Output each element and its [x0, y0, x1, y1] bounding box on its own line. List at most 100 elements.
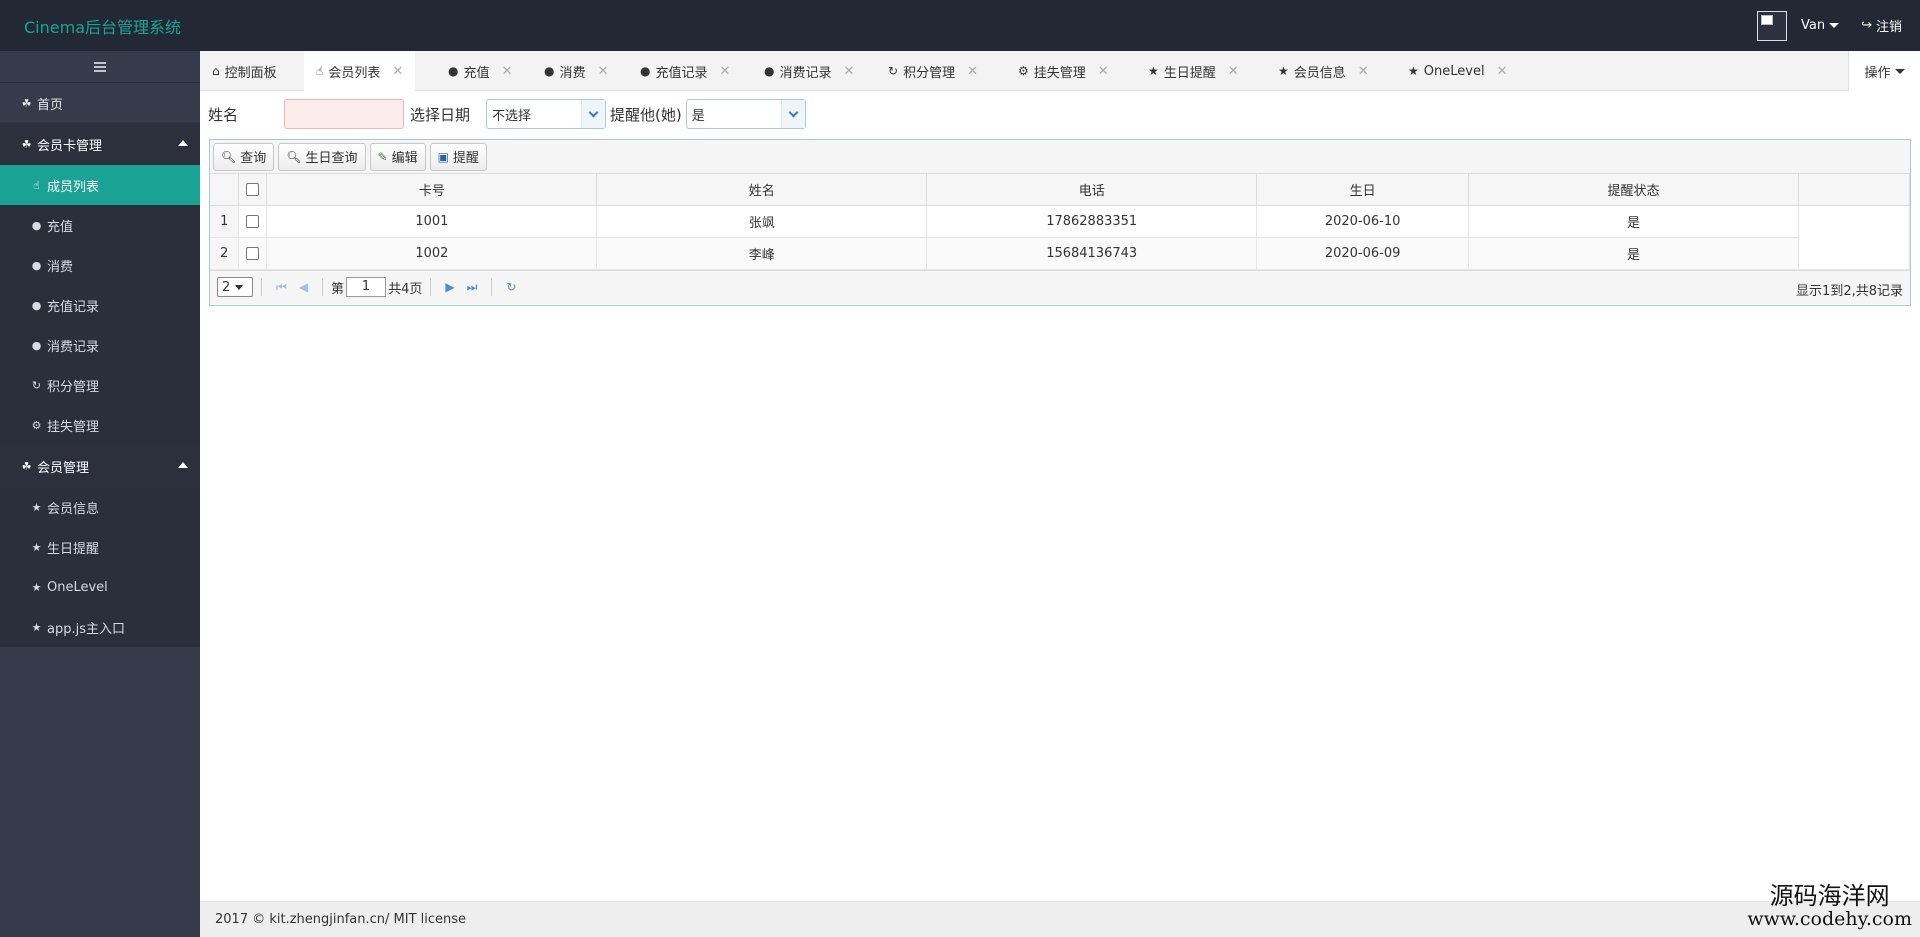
column-header-remind-status[interactable]: 提醒状态 [1468, 174, 1799, 206]
logout-button[interactable]: ↪ 注销 [1861, 16, 1902, 35]
edit-button[interactable]: ✎ 编辑 [369, 142, 426, 171]
next-page-icon[interactable]: ▶︎ [445, 280, 454, 294]
pencil-icon: ✎ [377, 149, 388, 164]
pager-info: 显示1到2,共8记录 [1796, 283, 1903, 299]
star-icon: ★ [1278, 64, 1289, 78]
table-row[interactable]: 2 1002 李峰 15684136743 2020-06-09 是 [210, 237, 1911, 270]
tab-member-list[interactable]: ☝ 会员列表 ✕ [304, 51, 416, 91]
tab-onelevel[interactable]: ★ OneLevel ✕ [1408, 51, 1507, 91]
sidebar-item-label: 首页 [37, 97, 64, 113]
column-header-birthday[interactable]: 生日 [1256, 174, 1470, 206]
sidebar-item-member-list[interactable]: ☝ 成员列表 [0, 165, 200, 205]
birthday-query-button[interactable]: 🔍︎ 生日查询 [278, 142, 366, 171]
row-number: 1 [210, 205, 240, 238]
close-icon[interactable]: ✕ [598, 64, 609, 79]
sidebar-group-member[interactable]: ☘ 会员管理 [0, 445, 200, 487]
sidebar-item-recharge[interactable]: ● 充值 [0, 205, 200, 245]
user-icon: ● [640, 64, 651, 78]
query-button[interactable]: 🔍︎ 查询 [213, 142, 275, 171]
prev-page-icon[interactable]: ◀︎ [299, 280, 308, 294]
tab-label: 充值 [463, 65, 490, 81]
cell-name: 李峰 [596, 237, 928, 270]
tab-points[interactable]: ↻ 积分管理 ✕ [888, 51, 978, 91]
tab-recharge[interactable]: ● 充值 ✕ [448, 51, 512, 91]
sidebar-item-recharge-records[interactable]: ● 充值记录 [0, 285, 200, 325]
page-size-value: 2 [222, 279, 231, 295]
user-menu[interactable]: Van [1801, 18, 1840, 33]
remind-button[interactable]: ▣ 提醒 [429, 142, 487, 171]
operations-dropdown[interactable]: 操作 [1848, 51, 1920, 91]
refresh-icon[interactable]: ↻ [506, 280, 516, 294]
app-title[interactable]: Cinema后台管理系统 [24, 14, 181, 38]
sidebar-item-label: OneLevel [47, 579, 108, 595]
chevron-up-icon [178, 462, 188, 468]
column-header-phone[interactable]: 电话 [926, 174, 1258, 206]
sidebar-item-consume-records[interactable]: ● 消费记录 [0, 325, 200, 365]
page-size-select[interactable]: 2 [217, 277, 253, 297]
star-icon: ★ [31, 580, 42, 594]
watermark-line-2: www.codehy.com [1747, 908, 1912, 930]
table-row[interactable]: 1 1001 张飒 17862883351 2020-06-10 是 [210, 205, 1911, 238]
sidebar-item-birthday-reminder[interactable]: ★ 生日提醒 [0, 527, 200, 567]
chevron-down-icon [780, 100, 805, 128]
date-select[interactable]: 不选择 [486, 99, 607, 129]
tab-recharge-records[interactable]: ● 充值记录 ✕ [640, 51, 730, 91]
tab-label: 消费记录 [779, 65, 832, 81]
user-icon: ● [31, 218, 42, 232]
tab-label: 会员信息 [1293, 65, 1346, 81]
avatar[interactable] [1756, 10, 1787, 41]
close-icon[interactable]: ✕ [1497, 64, 1508, 79]
sidebar-item-home[interactable]: ☘ 首页 [0, 83, 200, 123]
date-select-value: 不选择 [492, 108, 532, 124]
chevron-down-icon [581, 100, 606, 128]
first-page-icon[interactable]: ⏮︎ [276, 280, 287, 295]
date-label: 选择日期 [410, 105, 471, 124]
cell-name: 张飒 [596, 205, 928, 238]
sidebar-item-consume[interactable]: ● 消费 [0, 245, 200, 285]
sidebar-item-appjs[interactable]: ★ app.js主入口 [0, 607, 200, 647]
close-icon[interactable]: ✕ [502, 64, 513, 79]
chevron-down-icon [1829, 23, 1840, 28]
sidebar-item-label: 挂失管理 [47, 419, 100, 435]
watermark: 源码海洋网 www.codehy.com [1747, 883, 1912, 929]
tab-label: 生日提醒 [1163, 65, 1216, 81]
row-checkbox[interactable] [246, 246, 260, 260]
sidebar-item-points[interactable]: ↻ 积分管理 [0, 365, 200, 405]
column-header-card[interactable]: 卡号 [266, 174, 598, 206]
sidebar-group-membership-card[interactable]: ☘ 会员卡管理 [0, 123, 200, 165]
cell-filler [1798, 205, 1911, 237]
tab-member-info[interactable]: ★ 会员信息 ✕ [1278, 51, 1369, 91]
name-input[interactable] [284, 99, 405, 129]
tab-consume[interactable]: ● 消费 ✕ [544, 51, 608, 91]
row-number-header [210, 174, 240, 206]
column-header-name[interactable]: 姓名 [596, 174, 928, 206]
user-icon: ● [31, 338, 42, 352]
close-icon[interactable]: ✕ [1098, 64, 1109, 79]
sidebar-item-onelevel[interactable]: ★ OneLevel [0, 567, 200, 607]
close-icon[interactable]: ✕ [392, 64, 403, 79]
sidebar-toggle[interactable] [0, 51, 200, 83]
remind-select[interactable]: 是 [685, 99, 806, 129]
close-icon[interactable]: ✕ [967, 64, 978, 79]
tab-dashboard[interactable]: ⌂ 控制面板 [212, 51, 277, 91]
close-icon[interactable]: ✕ [1228, 64, 1239, 79]
tab-birthday-reminder[interactable]: ★ 生日提醒 ✕ [1148, 51, 1239, 91]
close-icon[interactable]: ✕ [1358, 64, 1369, 79]
leaf-icon: ☘ [21, 96, 32, 110]
sidebar-item-report-loss[interactable]: ⚙ 挂失管理 [0, 405, 200, 445]
sidebar-item-member-info[interactable]: ★ 会员信息 [0, 487, 200, 527]
pager-separator [491, 278, 493, 296]
thumbs-up-icon: ☝ [33, 178, 40, 192]
close-icon[interactable]: ✕ [844, 64, 855, 79]
user-icon: ● [544, 64, 555, 78]
member-grid: 🔍︎ 查询 🔍︎ 生日查询 ✎ 编辑 ▣ 提醒 卡号 姓名 电话 生日 提醒状态… [209, 139, 1911, 306]
close-icon[interactable]: ✕ [720, 64, 731, 79]
grid-toolbar: 🔍︎ 查询 🔍︎ 生日查询 ✎ 编辑 ▣ 提醒 [210, 140, 1910, 174]
tab-report-loss[interactable]: ⚙ 挂失管理 ✕ [1018, 51, 1109, 91]
page-number-input[interactable]: 1 [346, 277, 387, 297]
tab-consume-records[interactable]: ● 消费记录 ✕ [764, 51, 854, 91]
row-checkbox[interactable] [246, 214, 260, 228]
last-page-icon[interactable]: ⏭︎ [467, 280, 478, 295]
pager-separator [261, 278, 262, 296]
select-all-checkbox[interactable] [246, 182, 260, 196]
